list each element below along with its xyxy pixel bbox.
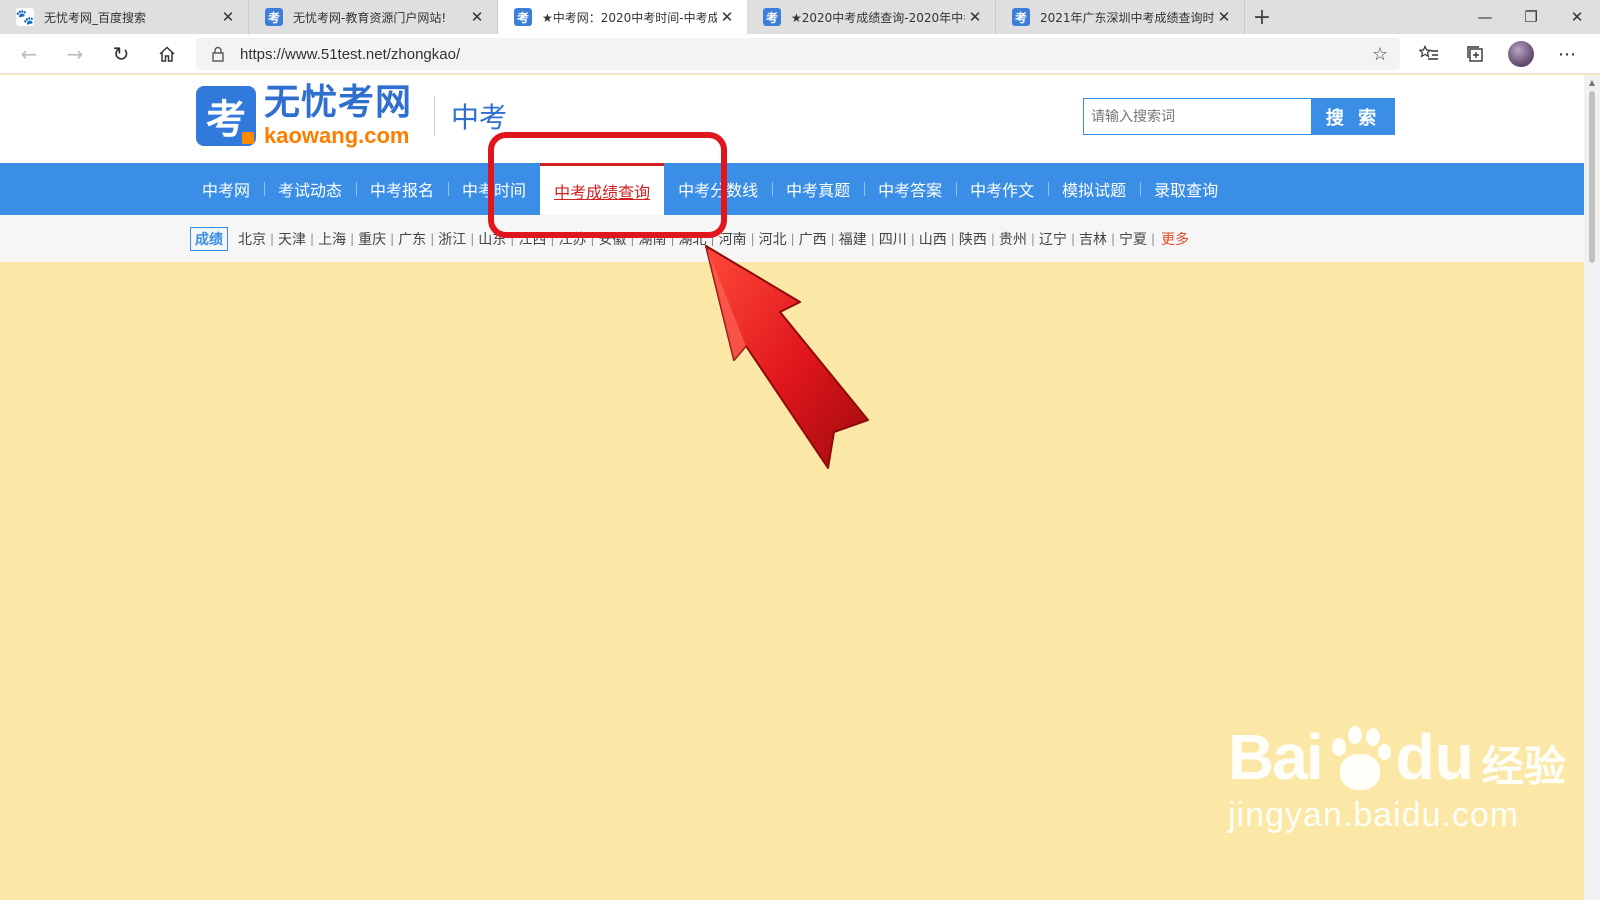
- baidu-jingyan-watermark: Bai du 经验 jingyan.baidu.com: [1228, 720, 1566, 835]
- minimize-button[interactable]: —: [1462, 0, 1508, 34]
- region-link[interactable]: 浙江: [434, 229, 470, 249]
- profile-avatar[interactable]: [1498, 34, 1544, 74]
- region-link[interactable]: 山西: [915, 229, 951, 249]
- scroll-thumb[interactable]: [1589, 91, 1595, 263]
- kaowang-icon: 考: [265, 8, 283, 26]
- watermark-jingyan: 经验: [1481, 742, 1566, 791]
- region-link[interactable]: 天津: [274, 229, 310, 249]
- home-icon[interactable]: [144, 34, 190, 74]
- refresh-icon[interactable]: ↻: [98, 34, 144, 74]
- region-link[interactable]: 贵州: [995, 229, 1031, 249]
- score-tag: 成绩: [190, 226, 228, 251]
- nav-item[interactable]: 中考作文: [956, 163, 1048, 215]
- browser-tab[interactable]: 考 ★中考网：2020中考时间-中考成 ✕: [498, 0, 747, 34]
- tab-close-icon[interactable]: ✕: [218, 8, 238, 26]
- logo-divider: [434, 96, 436, 136]
- nav-item[interactable]: 中考报名: [356, 163, 448, 215]
- kaowang-icon: 考: [763, 8, 781, 26]
- region-link[interactable]: 重庆: [354, 229, 390, 249]
- browser-tab[interactable]: 考 ★2020中考成绩查询-2020年中考 ✕: [747, 0, 996, 34]
- browser-tab[interactable]: 考无忧考网-教育资源门户网站! ✕: [249, 0, 498, 34]
- kaowang-icon: 考: [1012, 8, 1030, 26]
- back-arrow-icon[interactable]: ←: [6, 34, 52, 74]
- tab-title: ★中考网：2020中考时间-中考成: [542, 10, 717, 25]
- region-link[interactable]: 广东: [394, 229, 430, 249]
- region-link[interactable]: 宁夏: [1115, 229, 1151, 249]
- nav-item[interactable]: 录取查询: [1140, 163, 1232, 215]
- scroll-up-icon[interactable]: ▲: [1584, 75, 1600, 91]
- collections-icon[interactable]: [1452, 34, 1498, 74]
- window-controls: — ❐ ✕: [1462, 0, 1600, 34]
- tab-close-icon[interactable]: ✕: [965, 8, 985, 26]
- region-link[interactable]: 北京: [234, 229, 270, 249]
- site-search: 搜 索: [1083, 98, 1395, 135]
- forward-arrow-icon[interactable]: →: [52, 34, 98, 74]
- tab-title: 2021年广东深圳中考成绩查询时间: [1040, 10, 1214, 25]
- browser-tab-strip: 🐾 无忧考网_百度搜索 ✕ 考无忧考网-教育资源门户网站! ✕ 考 ★中考网：2020中考时…: [0, 0, 1600, 34]
- favorites-list-icon[interactable]: [1406, 34, 1452, 74]
- search-button[interactable]: 搜 索: [1311, 98, 1395, 135]
- baidu-paw-icon: [1324, 724, 1394, 794]
- watermark-du: du: [1395, 721, 1474, 793]
- logo-badge: 考: [196, 86, 256, 146]
- nav-item[interactable]: 中考答案: [864, 163, 956, 215]
- tab-close-icon[interactable]: ✕: [467, 8, 487, 26]
- nav-item[interactable]: 中考真题: [772, 163, 864, 215]
- more-menu-icon[interactable]: ⋯: [1544, 34, 1590, 74]
- region-link[interactable]: 辽宁: [1035, 229, 1071, 249]
- region-link[interactable]: 上海: [314, 229, 350, 249]
- site-header: 考 无忧考网 kaowang.com 中考 搜 索: [0, 75, 1584, 163]
- pointer-arrow-icon: [705, 245, 869, 469]
- region-link[interactable]: 吉林: [1075, 229, 1111, 249]
- nav-item[interactable]: 中考网: [188, 163, 264, 215]
- tab-title: 无忧考网_百度搜索: [44, 10, 147, 25]
- new-tab-button[interactable]: +: [1245, 0, 1279, 34]
- nav-item[interactable]: 模拟试题: [1048, 163, 1140, 215]
- region-more-link[interactable]: 更多: [1155, 229, 1189, 249]
- baidu-paw-icon: 🐾: [15, 8, 35, 26]
- watermark-bai: Bai: [1228, 721, 1324, 793]
- address-bar[interactable]: https://www.51test.net/zhongkao/ ☆: [196, 38, 1400, 70]
- restore-button[interactable]: ❐: [1508, 0, 1554, 34]
- nav-item[interactable]: 考试动态: [264, 163, 356, 215]
- browser-toolbar: ← → ↻ https://www.51test.net/zhongkao/ ☆…: [0, 34, 1600, 74]
- channel-title: 中考: [451, 101, 508, 134]
- page-scrollbar[interactable]: ▲: [1584, 75, 1600, 900]
- watermark-url: jingyan.baidu.com: [1228, 796, 1520, 834]
- main-navigation: 中考网 考试动态 中考报名 中考时间 中考成绩查询 中考分数线 中考真题 中考答案 中考作文 模拟…: [0, 163, 1584, 215]
- favorite-star-icon[interactable]: ☆: [1360, 44, 1400, 65]
- logo-chinese-name: 无忧考网: [264, 82, 413, 123]
- url-text[interactable]: https://www.51test.net/zhongkao/: [240, 46, 1360, 63]
- close-window-button[interactable]: ✕: [1554, 0, 1600, 34]
- browser-tab[interactable]: 考 2021年广东深圳中考成绩查询时间 ✕: [996, 0, 1245, 34]
- tab-title: 无忧考网-教育资源门户网站!: [293, 10, 447, 25]
- tab-close-icon[interactable]: ✕: [1214, 8, 1234, 26]
- tab-title: ★2020中考成绩查询-2020年中考: [791, 10, 965, 25]
- kaowang-icon: 考: [514, 8, 532, 26]
- lock-icon[interactable]: [196, 46, 240, 62]
- logo-domain: kaowang.com: [264, 123, 410, 148]
- region-link[interactable]: 陕西: [955, 229, 991, 249]
- browser-tab[interactable]: 🐾 无忧考网_百度搜索 ✕: [0, 0, 249, 34]
- tab-close-icon[interactable]: ✕: [717, 8, 737, 26]
- search-input[interactable]: [1083, 98, 1311, 135]
- highlight-box: [488, 132, 727, 238]
- site-logo[interactable]: 考 无忧考网 kaowang.com 中考: [196, 85, 507, 147]
